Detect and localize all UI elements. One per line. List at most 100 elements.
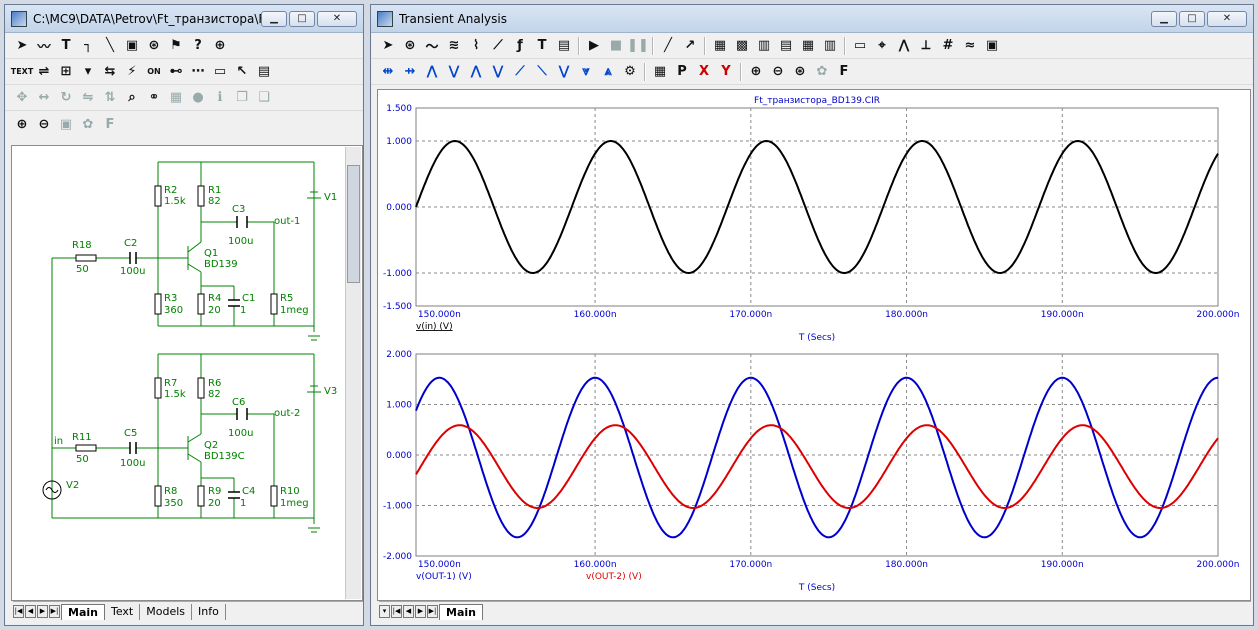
grid-icon[interactable]: ⋯ <box>187 62 209 82</box>
settings-icon[interactable]: ⚙ <box>619 62 641 82</box>
token-icon[interactable]: ⌖ <box>871 36 893 56</box>
double-peak-icon[interactable]: ⩓ <box>597 62 619 82</box>
rotate-icon[interactable]: ↻ <box>55 88 77 108</box>
voltage-icon[interactable]: ▾ <box>77 62 99 82</box>
fine-grid-icon[interactable]: ▩ <box>731 36 753 56</box>
font-icon[interactable]: F <box>99 114 121 134</box>
hash-icon[interactable]: # <box>937 36 959 56</box>
scroll-thumb[interactable] <box>347 165 360 283</box>
stretch-icon[interactable]: ↔ <box>33 88 55 108</box>
zoom-out-icon[interactable]: ⊖ <box>33 114 55 134</box>
close-button[interactable]: ✕ <box>1207 11 1247 27</box>
chart-icon[interactable]: ▣ <box>981 36 1003 56</box>
camera-icon[interactable]: ▣ <box>55 114 77 134</box>
wave-icon[interactable]: ≋ <box>443 36 465 56</box>
binoculars-icon[interactable]: ⚭ <box>143 88 165 108</box>
plot-area[interactable]: 150.000n 160.000n 170.000n 180.000n 190.000n… <box>377 89 1251 601</box>
peak-down-icon[interactable]: ⋁ <box>443 62 465 82</box>
minimize-button[interactable]: ▁ <box>261 11 287 27</box>
line-icon[interactable]: ╱ <box>657 36 679 56</box>
on-icon[interactable]: ON <box>143 62 165 82</box>
wave-down-icon[interactable]: ⋁ <box>487 62 509 82</box>
waves-icon[interactable]: ≈ <box>959 36 981 56</box>
table-view-icon[interactable]: ▦ <box>649 62 671 82</box>
next-page-button[interactable]: ▶ <box>37 605 48 618</box>
page-icon[interactable]: ▦ <box>165 88 187 108</box>
graph-icon[interactable]: ⌇ <box>465 36 487 56</box>
find-icon[interactable]: ⌕ <box>121 88 143 108</box>
help-icon[interactable]: ? <box>187 36 209 56</box>
menu-button[interactable]: ▾ <box>379 605 390 618</box>
pin-connect-icon[interactable]: ⊷ <box>165 62 187 82</box>
probe-icon[interactable]: ⊕ <box>209 36 231 56</box>
slope-up-icon[interactable]: ⟋ <box>509 62 531 82</box>
zoom-out-icon[interactable]: ⊖ <box>767 62 789 82</box>
move-icon[interactable]: ✥ <box>11 88 33 108</box>
text-tool-icon[interactable]: T <box>55 36 77 56</box>
palette-icon[interactable]: ✿ <box>77 114 99 134</box>
p-icon[interactable]: P <box>671 62 693 82</box>
table-icon[interactable]: ▦ <box>797 36 819 56</box>
copy-icon[interactable]: ❐ <box>231 88 253 108</box>
select-arrow-icon[interactable]: ➤ <box>11 36 33 56</box>
fx-icon[interactable]: ƒ <box>509 36 531 56</box>
pause-icon[interactable]: ❚❚ <box>627 36 649 56</box>
info-icon[interactable]: ▣ <box>121 36 143 56</box>
select-arrow-icon[interactable]: ➤ <box>377 36 399 56</box>
window-icon[interactable]: ▭ <box>209 62 231 82</box>
paste-icon[interactable]: ❏ <box>253 88 275 108</box>
text-icon[interactable]: TEXT <box>11 62 34 82</box>
first-page-button[interactable]: |◀ <box>13 605 24 618</box>
maximize-button[interactable]: □ <box>1179 11 1205 27</box>
pin-icon[interactable]: ⊞ <box>55 62 77 82</box>
current-icon[interactable]: ⇆ <box>99 62 121 82</box>
flag-icon[interactable]: ⚑ <box>165 36 187 56</box>
double-valley-icon[interactable]: ⩔ <box>575 62 597 82</box>
first-page-button[interactable]: |◀ <box>391 605 402 618</box>
slope-down-icon[interactable]: ⟍ <box>531 62 553 82</box>
power-icon[interactable]: ⚡ <box>121 62 143 82</box>
info-dim-icon[interactable]: ℹ <box>209 88 231 108</box>
maximize-button[interactable]: □ <box>289 11 315 27</box>
arrow-line-icon[interactable]: ↗ <box>679 36 701 56</box>
component-icon[interactable]: ⊛ <box>143 36 165 56</box>
cursor-icon[interactable]: ↖ <box>231 62 253 82</box>
h-grid-icon[interactable]: ▤ <box>775 36 797 56</box>
text-tool-icon[interactable]: T <box>531 36 553 56</box>
component-icon[interactable]: ⊛ <box>399 36 421 56</box>
stop-icon[interactable]: ■ <box>605 36 627 56</box>
v-grid-icon[interactable]: ▥ <box>753 36 775 56</box>
wave-icon[interactable]: 〰 <box>33 36 55 56</box>
schematic-vertical-scrollbar[interactable] <box>345 147 361 599</box>
y-axis-icon[interactable]: Y <box>715 62 737 82</box>
grid-icon[interactable]: ▦ <box>709 36 731 56</box>
properties-icon[interactable]: ▤ <box>553 36 575 56</box>
tab-text[interactable]: Text <box>105 603 141 620</box>
cursor-right-icon[interactable]: ⇸ <box>399 62 421 82</box>
minimize-button[interactable]: ▁ <box>1151 11 1177 27</box>
prev-page-button[interactable]: ◀ <box>403 605 414 618</box>
next-page-button[interactable]: ▶ <box>415 605 426 618</box>
baseline-icon[interactable]: ▭ <box>849 36 871 56</box>
wave-up-icon[interactable]: ⋀ <box>465 62 487 82</box>
valley-icon[interactable]: ⋁ <box>553 62 575 82</box>
palette-icon[interactable]: ✿ <box>811 62 833 82</box>
peak-icon[interactable]: ⋀ <box>893 36 915 56</box>
zoom-in-icon[interactable]: ⊕ <box>745 62 767 82</box>
schematic-canvas[interactable]: R18 50 C2 100u R2 1.5k R1 82 C3 100u out… <box>11 145 363 601</box>
tab-info[interactable]: Info <box>192 603 226 620</box>
font-icon[interactable]: F <box>833 62 855 82</box>
wire-icon[interactable]: ┐ <box>77 36 99 56</box>
properties-icon[interactable]: ▤ <box>253 62 275 82</box>
last-page-button[interactable]: ▶| <box>49 605 60 618</box>
flip-icon[interactable]: ⇋ <box>77 88 99 108</box>
tab-models[interactable]: Models <box>140 603 192 620</box>
peak-up-icon[interactable]: ⋀ <box>421 62 443 82</box>
zoom-in-icon[interactable]: ⊕ <box>11 114 33 134</box>
tab-main[interactable]: Main <box>439 603 483 620</box>
last-page-button[interactable]: ▶| <box>427 605 438 618</box>
node-numbers-icon[interactable]: ⇌ <box>33 62 55 82</box>
x-axis-icon[interactable]: X <box>693 62 715 82</box>
mirror-icon[interactable]: ⇅ <box>99 88 121 108</box>
diagonal-wire-icon[interactable]: ╲ <box>99 36 121 56</box>
